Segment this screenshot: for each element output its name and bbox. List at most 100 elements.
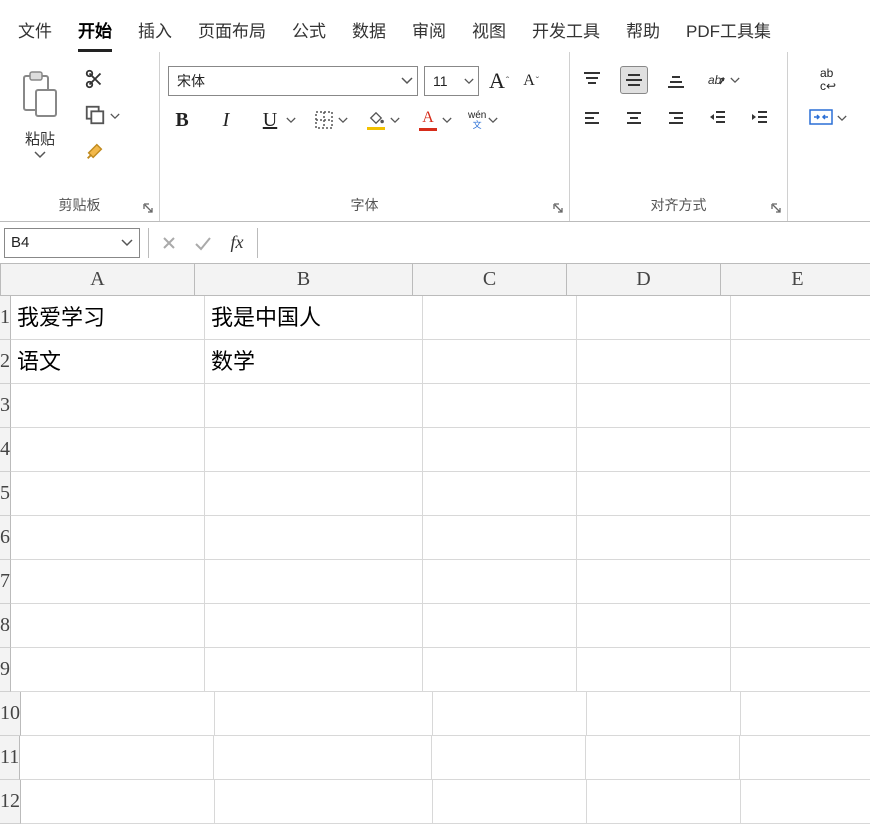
cell-C4[interactable]: [423, 428, 577, 472]
cell-B11[interactable]: [214, 736, 432, 780]
row-header-10[interactable]: 10: [0, 692, 21, 736]
row-header-5[interactable]: 5: [0, 472, 11, 516]
cell-B7[interactable]: [205, 560, 423, 604]
formula-input[interactable]: [266, 228, 870, 258]
column-header-D[interactable]: D: [567, 264, 721, 296]
cell-A2[interactable]: 语文: [11, 340, 205, 384]
cell-E2[interactable]: [731, 340, 870, 384]
cell-E4[interactable]: [731, 428, 870, 472]
row-header-12[interactable]: 12: [0, 780, 21, 824]
cell-B9[interactable]: [205, 648, 423, 692]
increase-font-size-button[interactable]: Aˆ: [485, 68, 513, 94]
cell-D12[interactable]: [587, 780, 741, 824]
cell-D11[interactable]: [586, 736, 740, 780]
name-box[interactable]: B4: [4, 228, 140, 258]
orientation-button[interactable]: ab: [704, 68, 740, 92]
cell-B6[interactable]: [205, 516, 423, 560]
cell-C10[interactable]: [433, 692, 587, 736]
align-right-button[interactable]: [662, 104, 690, 132]
align-center-button[interactable]: [620, 104, 648, 132]
menu-item-2[interactable]: 插入: [138, 17, 172, 52]
cell-A3[interactable]: [11, 384, 205, 428]
decrease-indent-button[interactable]: [704, 104, 732, 132]
cell-C1[interactable]: [423, 296, 577, 340]
cell-E10[interactable]: [741, 692, 870, 736]
cell-E1[interactable]: [731, 296, 870, 340]
cell-B12[interactable]: [215, 780, 433, 824]
cell-E12[interactable]: [741, 780, 870, 824]
cell-A1[interactable]: 我爱学习: [11, 296, 205, 340]
formula-cancel-button[interactable]: [157, 231, 181, 255]
align-middle-button[interactable]: [620, 66, 648, 94]
border-button[interactable]: [312, 108, 348, 132]
row-header-1[interactable]: 1: [0, 296, 11, 340]
cell-E9[interactable]: [731, 648, 870, 692]
menu-item-7[interactable]: 视图: [472, 17, 506, 52]
phonetic-guide-button[interactable]: wén 文: [468, 111, 498, 130]
dialog-launcher-clipboard[interactable]: [141, 201, 155, 215]
align-left-button[interactable]: [578, 104, 606, 132]
cell-A5[interactable]: [11, 472, 205, 516]
row-header-3[interactable]: 3: [0, 384, 11, 428]
menu-item-5[interactable]: 数据: [352, 17, 386, 52]
cell-D9[interactable]: [577, 648, 731, 692]
font-name-combo[interactable]: 宋体: [168, 66, 418, 96]
font-color-button[interactable]: A: [416, 108, 452, 132]
cell-E6[interactable]: [731, 516, 870, 560]
cell-D8[interactable]: [577, 604, 731, 648]
cell-D3[interactable]: [577, 384, 731, 428]
column-header-E[interactable]: E: [721, 264, 870, 296]
cell-C7[interactable]: [423, 560, 577, 604]
menu-item-9[interactable]: 帮助: [626, 17, 660, 52]
cell-E7[interactable]: [731, 560, 870, 604]
italic-button[interactable]: I: [212, 106, 240, 134]
cell-A8[interactable]: [11, 604, 205, 648]
cell-C2[interactable]: [423, 340, 577, 384]
menu-item-1[interactable]: 开始: [78, 17, 112, 52]
row-header-2[interactable]: 2: [0, 340, 11, 384]
cell-E8[interactable]: [731, 604, 870, 648]
cut-button[interactable]: [80, 66, 124, 94]
menu-item-4[interactable]: 公式: [292, 17, 326, 52]
cell-C12[interactable]: [433, 780, 587, 824]
cell-D6[interactable]: [577, 516, 731, 560]
cell-B3[interactable]: [205, 384, 423, 428]
menu-item-3[interactable]: 页面布局: [198, 17, 266, 52]
cell-B8[interactable]: [205, 604, 423, 648]
row-header-4[interactable]: 4: [0, 428, 11, 472]
align-top-button[interactable]: [578, 66, 606, 94]
cell-C3[interactable]: [423, 384, 577, 428]
row-header-8[interactable]: 8: [0, 604, 11, 648]
row-header-9[interactable]: 9: [0, 648, 11, 692]
increase-indent-button[interactable]: [746, 104, 774, 132]
copy-button[interactable]: [80, 102, 124, 130]
cell-E11[interactable]: [740, 736, 870, 780]
cell-A10[interactable]: [21, 692, 215, 736]
row-header-6[interactable]: 6: [0, 516, 11, 560]
row-header-7[interactable]: 7: [0, 560, 11, 604]
dialog-launcher-font[interactable]: [551, 201, 565, 215]
formula-enter-button[interactable]: [191, 231, 215, 255]
cell-A12[interactable]: [21, 780, 215, 824]
menu-item-8[interactable]: 开发工具: [532, 17, 600, 52]
dialog-launcher-alignment[interactable]: [769, 201, 783, 215]
cell-E3[interactable]: [731, 384, 870, 428]
cell-D4[interactable]: [577, 428, 731, 472]
cell-B2[interactable]: 数学: [205, 340, 423, 384]
cell-C8[interactable]: [423, 604, 577, 648]
cell-A4[interactable]: [11, 428, 205, 472]
cell-A6[interactable]: [11, 516, 205, 560]
cell-A9[interactable]: [11, 648, 205, 692]
select-all-corner[interactable]: [0, 264, 1, 296]
cell-B1[interactable]: 我是中国人: [205, 296, 423, 340]
cell-C6[interactable]: [423, 516, 577, 560]
cell-D7[interactable]: [577, 560, 731, 604]
cell-D1[interactable]: [577, 296, 731, 340]
paste-button[interactable]: 粘贴: [8, 60, 72, 189]
cell-D10[interactable]: [587, 692, 741, 736]
cell-C9[interactable]: [423, 648, 577, 692]
fill-color-button[interactable]: [364, 108, 400, 132]
menu-item-0[interactable]: 文件: [18, 17, 52, 52]
underline-button[interactable]: U: [256, 106, 296, 134]
cell-B10[interactable]: [215, 692, 433, 736]
